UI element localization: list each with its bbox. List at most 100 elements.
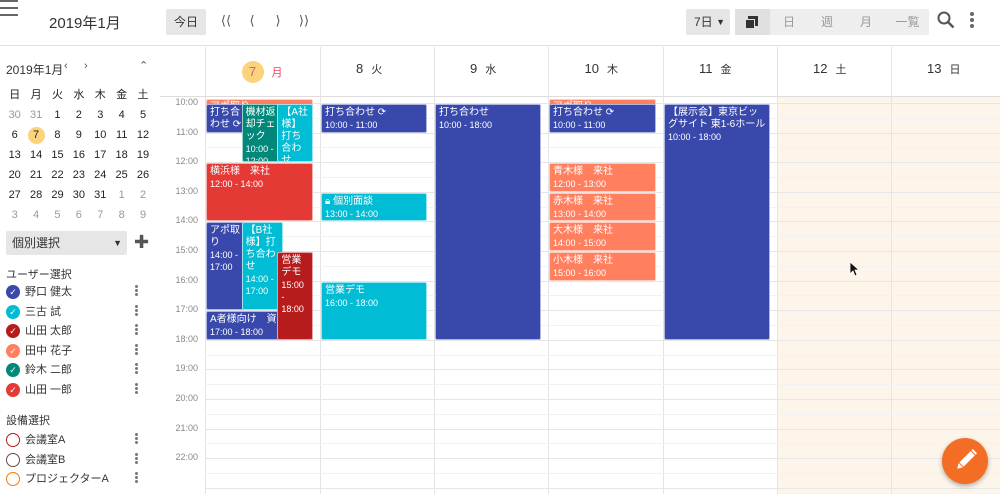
more-vert-icon[interactable] <box>135 324 138 336</box>
event-block[interactable]: 営業デモ 16:00 - 18:00 <box>321 281 427 340</box>
mini-day[interactable]: 15 <box>47 145 68 165</box>
mini-next-icon[interactable]: › <box>84 60 88 72</box>
more-vert-icon[interactable] <box>135 285 138 297</box>
days-select[interactable]: 7日 ▼ <box>686 9 730 35</box>
mini-day[interactable]: 2 <box>132 185 153 205</box>
mini-day[interactable]: 10 <box>90 125 111 145</box>
event-block[interactable]: 打ち合わせ 10:00 - 18:00 <box>435 103 541 340</box>
mini-day[interactable]: 4 <box>25 205 46 225</box>
mini-day[interactable]: 24 <box>90 165 111 185</box>
mini-day[interactable]: 31 <box>25 105 46 125</box>
more-vert-icon[interactable] <box>135 304 138 317</box>
mini-day[interactable]: 17 <box>90 145 111 165</box>
mini-day[interactable]: 27 <box>4 185 25 205</box>
event-block[interactable]: 打ち合わせ ⟳ 10:00 - 11:00 <box>321 103 427 133</box>
list-view-button[interactable]: 一覧 <box>886 9 929 35</box>
user-checkbox[interactable]: ✓ <box>6 363 20 377</box>
mini-day[interactable]: 5 <box>132 105 153 125</box>
today-button[interactable]: 今日 <box>166 9 206 35</box>
mini-day[interactable]: 30 <box>68 185 89 205</box>
user-select-dropdown[interactable]: 個別選択 ▼ <box>6 231 127 255</box>
day-header-cell[interactable]: 7月 <box>205 47 320 97</box>
user-item[interactable]: ✓ 野口 健太 <box>6 284 156 302</box>
mini-day[interactable]: 21 <box>25 165 46 185</box>
mini-day[interactable]: 1 <box>47 105 68 125</box>
facility-item[interactable]: 会議室B <box>6 452 156 470</box>
event-block[interactable]: 青木様 来社 12:00 - 13:00 <box>549 163 656 192</box>
user-checkbox[interactable]: ✓ <box>6 304 20 319</box>
next-icon[interactable]: ⟩ <box>267 11 289 31</box>
event-block[interactable]: 大木様 来社 14:00 - 15:00 <box>549 222 656 251</box>
user-item[interactable]: ✓ 山田 一郎 <box>6 382 156 400</box>
user-item[interactable]: ✓ 鈴木 二郎 <box>6 362 156 380</box>
mini-day[interactable]: 28 <box>25 185 46 205</box>
more-vert-icon[interactable] <box>135 433 138 445</box>
mini-day[interactable]: 14 <box>25 145 46 165</box>
facility-checkbox[interactable] <box>6 452 20 467</box>
event-block[interactable]: 営業デモ 15:00 - 18:00 <box>277 251 313 340</box>
user-checkbox[interactable]: ✓ <box>6 285 20 299</box>
mini-day[interactable]: 13 <box>4 145 25 165</box>
add-icon[interactable]: ✚ <box>134 233 149 251</box>
mini-day[interactable]: 23 <box>68 165 89 185</box>
mini-day[interactable]: 6 <box>68 205 89 225</box>
more-vert-icon[interactable] <box>135 472 138 484</box>
mini-day[interactable]: 4 <box>111 105 132 125</box>
mini-day[interactable]: 7 <box>25 125 46 145</box>
facility-item[interactable]: 会議室A <box>6 432 156 450</box>
day-header-cell[interactable]: 9水 <box>434 47 548 97</box>
day-view-button[interactable]: 日 <box>770 9 808 35</box>
more-vert-icon[interactable] <box>135 382 138 395</box>
mini-day[interactable]: 9 <box>132 205 153 225</box>
mini-day[interactable]: 30 <box>4 105 25 125</box>
mini-day[interactable]: 7 <box>90 205 111 225</box>
mini-day[interactable]: 8 <box>111 205 132 225</box>
user-item[interactable]: ✓ 山田 太郎 <box>6 323 156 341</box>
mini-day[interactable]: 31 <box>90 185 111 205</box>
day-header-cell[interactable]: 8火 <box>320 47 434 97</box>
time-grid[interactable]: アポ取り打ち合わせ ⟳10:00機材返却チェック10:00 - 12:00【A社… <box>205 97 1000 494</box>
event-block[interactable]: 🔒︎ 個別面談 13:00 - 14:00 <box>321 192 427 222</box>
mini-day[interactable]: 16 <box>68 145 89 165</box>
mini-day[interactable]: 19 <box>132 145 153 165</box>
mini-prev-icon[interactable]: ‹ <box>64 60 68 72</box>
next-fast-icon[interactable]: ⟩⟩ <box>293 11 315 31</box>
mini-day[interactable]: 3 <box>90 105 111 125</box>
mini-day[interactable]: 25 <box>111 165 132 185</box>
more-vert-icon[interactable] <box>135 452 138 465</box>
search-icon[interactable] <box>937 11 955 29</box>
mini-day[interactable]: 18 <box>111 145 132 165</box>
mini-day[interactable]: 26 <box>132 165 153 185</box>
month-view-button[interactable]: 月 <box>846 9 886 35</box>
day-header-cell[interactable]: 11 金 <box>663 47 777 97</box>
event-block[interactable]: 【A社様】打ち合わせ <box>277 103 313 163</box>
day-header-cell[interactable]: 13 日 <box>891 47 1000 97</box>
collapse-icon[interactable]: ⌃ <box>139 59 148 72</box>
facility-item[interactable]: プロジェクターA <box>6 471 156 489</box>
mini-day[interactable]: 29 <box>47 185 68 205</box>
user-item[interactable]: ✓ 田中 花子 <box>6 343 156 361</box>
event-block[interactable]: 小木様 来社 15:00 - 16:00 <box>549 251 656 281</box>
mini-day[interactable]: 9 <box>68 125 89 145</box>
more-vert-icon[interactable] <box>970 12 976 30</box>
mini-day[interactable]: 8 <box>47 125 68 145</box>
prev-fast-icon[interactable]: ⟨⟨ <box>215 11 237 31</box>
event-block[interactable]: 横浜様 来社 12:00 - 14:00 <box>206 163 313 222</box>
menu-icon[interactable] <box>0 0 18 16</box>
user-item[interactable]: ✓ 三古 試 <box>6 304 156 322</box>
day-header-cell[interactable]: 10 木 <box>548 47 663 97</box>
day-header-cell[interactable]: 12 土 <box>777 47 891 97</box>
more-vert-icon[interactable] <box>135 343 138 356</box>
facility-checkbox[interactable] <box>6 472 20 486</box>
user-checkbox[interactable]: ✓ <box>6 324 20 338</box>
mini-day[interactable]: 5 <box>47 205 68 225</box>
week-view-button[interactable]: 週 <box>808 9 846 35</box>
prev-icon[interactable]: ⟨ <box>241 11 263 31</box>
user-checkbox[interactable]: ✓ <box>6 382 20 397</box>
pencil-icon[interactable] <box>942 438 988 484</box>
mini-day[interactable]: 22 <box>47 165 68 185</box>
user-checkbox[interactable]: ✓ <box>6 343 20 358</box>
mini-day[interactable]: 3 <box>4 205 25 225</box>
mini-day[interactable]: 6 <box>4 125 25 145</box>
facility-checkbox[interactable] <box>6 433 20 447</box>
